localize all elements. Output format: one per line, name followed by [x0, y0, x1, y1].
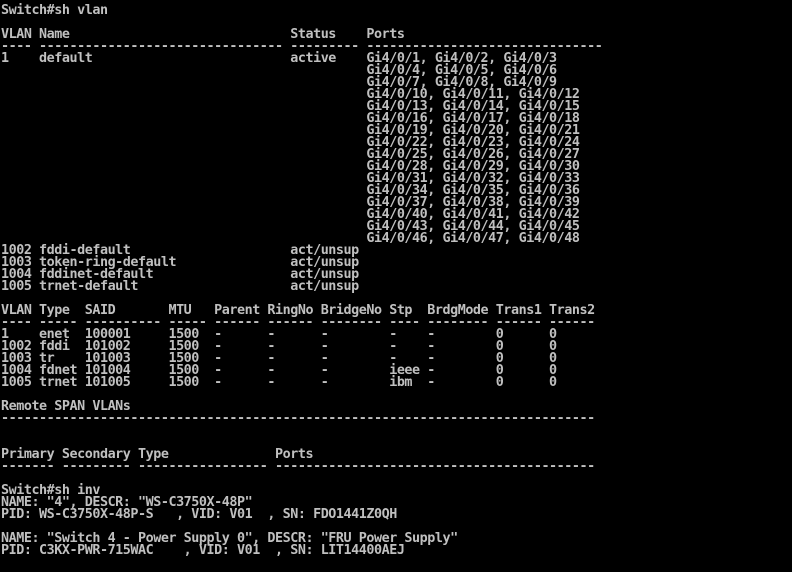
console-output[interactable]: Switch#sh vlan VLAN Name Status Ports ----… — [1, 3, 603, 558]
console-line: ------- --------- ----------------- ----… — [1, 459, 595, 474]
console-line: 1005 trnet-default act/unsup — [1, 279, 359, 294]
console-line: 1005 trnet 101005 1500 - - - ibm - 0 0 — [1, 375, 557, 390]
console-line: PID: WS-C3750X-48P-S , VID: V01 , SN: FD… — [1, 507, 397, 522]
console-line: ----------------------------------------… — [1, 411, 595, 426]
console-line: Switch#sh vlan — [1, 3, 108, 18]
terminal-window[interactable]: Switch#sh vlan VLAN Name Status Ports ----… — [0, 0, 792, 572]
console-line: PID: C3KX-PWR-715WAC , VID: V01 , SN: LI… — [1, 543, 405, 558]
